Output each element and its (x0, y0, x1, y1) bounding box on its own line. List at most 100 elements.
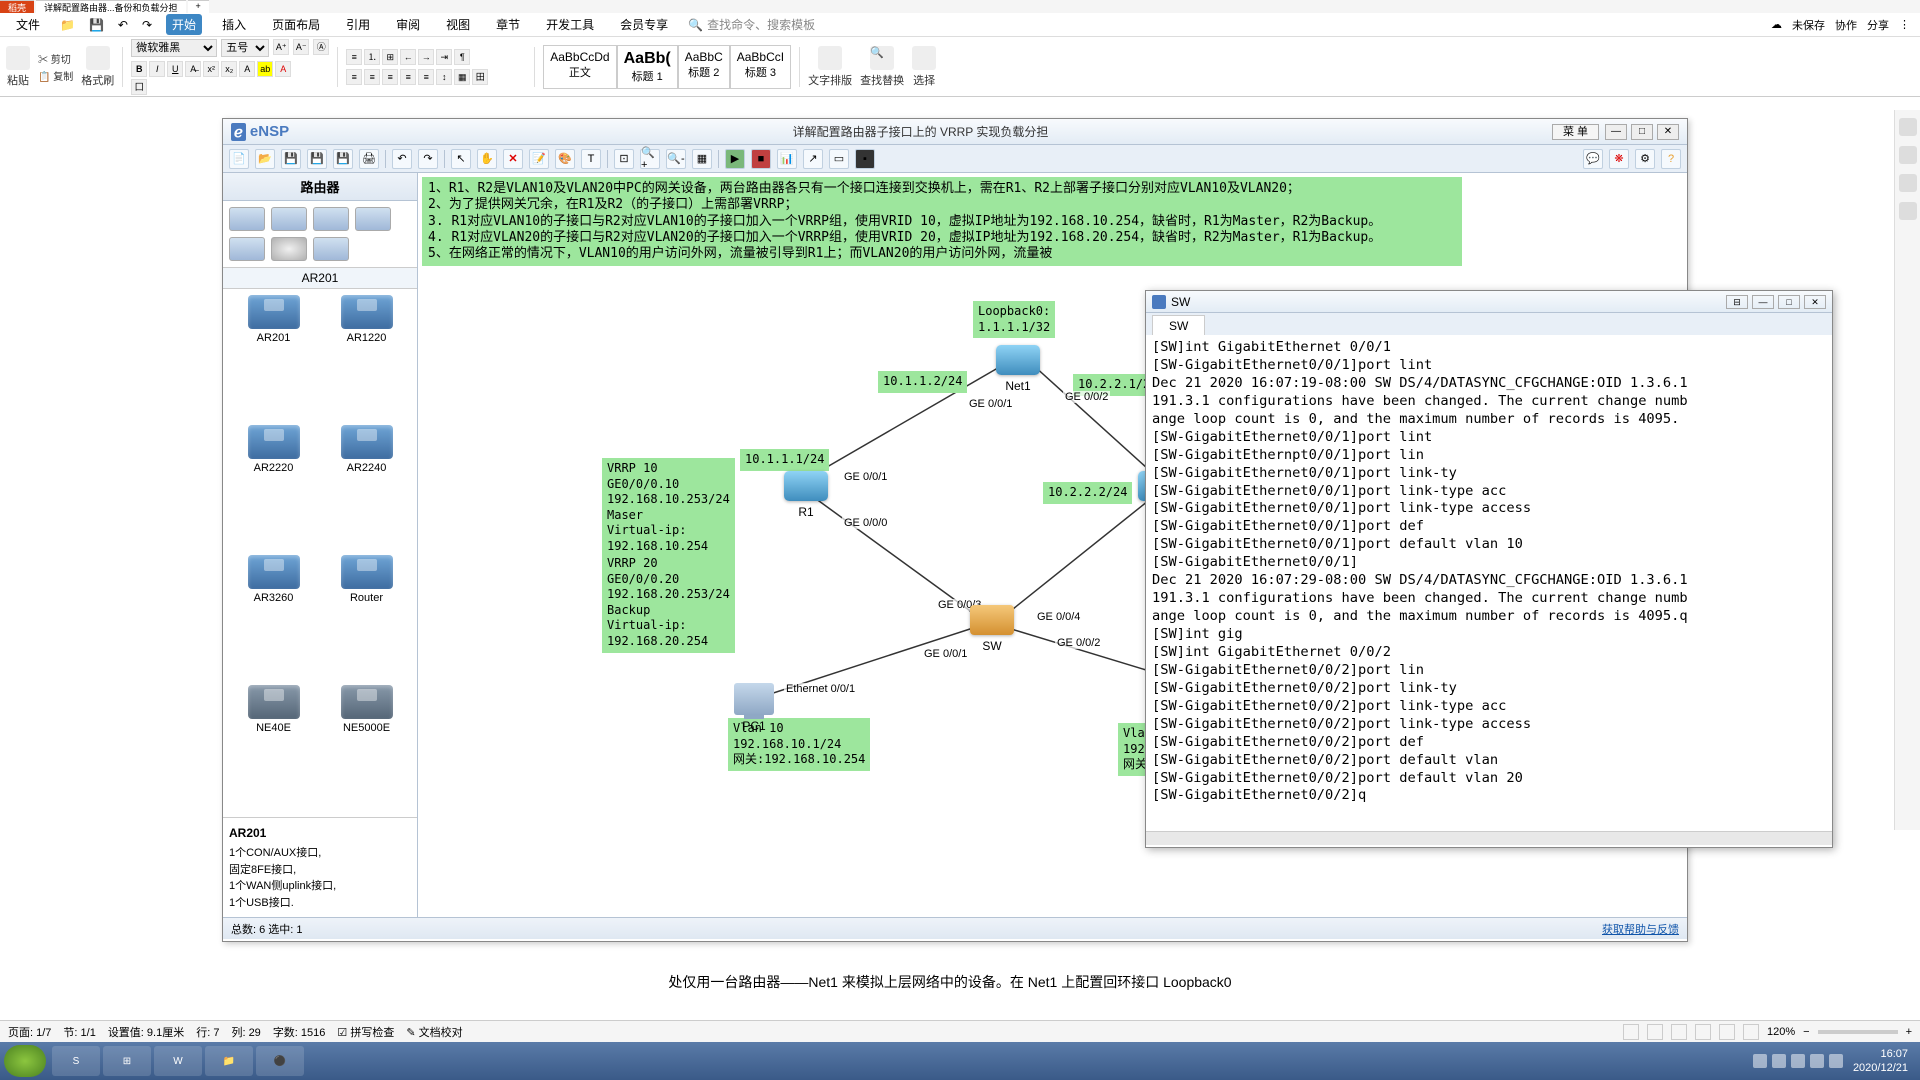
cat-firewall-icon[interactable] (355, 207, 391, 231)
device-item[interactable]: Router (322, 555, 411, 681)
text-layout[interactable]: 文字排版 (808, 46, 852, 88)
grid-icon[interactable]: ▦ (692, 149, 712, 169)
status-chars[interactable]: 字数: 1516 (273, 1024, 326, 1040)
menu-file[interactable]: 文件 (10, 14, 46, 35)
copy-btn[interactable]: 📋 复制 (38, 68, 73, 83)
cat-terminal-icon[interactable] (229, 237, 265, 261)
taskbar-item[interactable]: ⊞ (103, 1046, 151, 1076)
find-replace[interactable]: 🔍查找替换 (860, 46, 904, 88)
delete-icon[interactable]: ✕ (503, 149, 523, 169)
bullets[interactable]: ≡ (346, 49, 362, 65)
show-marks[interactable]: ¶ (454, 49, 470, 65)
device-item[interactable]: AR2240 (322, 425, 411, 551)
system-tray[interactable]: 16:07 2020/12/21 (1745, 1047, 1916, 1076)
more-icon[interactable]: ⋮ (1899, 18, 1910, 31)
collab-link[interactable]: 协作 (1835, 17, 1857, 33)
toolbar-icon[interactable]: 📁 (60, 18, 75, 32)
align-center[interactable]: ≡ (364, 69, 380, 85)
zoom-in[interactable]: + (1906, 1026, 1912, 1038)
clear-format[interactable]: Ⓐ (313, 39, 329, 55)
save-icon[interactable]: 💾 (281, 149, 301, 169)
view-mode-icon[interactable] (1743, 1024, 1759, 1040)
bold-btn[interactable]: B (131, 61, 147, 77)
start-button[interactable] (4, 1045, 46, 1077)
font-name-select[interactable]: 微软雅黑 (131, 39, 217, 57)
ensp-titlebar[interactable]: ℯeNSP 详解配置路由器子接口上的 VRRP 实现负载分担 菜 单 — □ ✕ (223, 119, 1687, 145)
minimize-button[interactable]: — (1752, 295, 1774, 309)
maximize-button[interactable]: □ (1778, 295, 1800, 309)
cat-wlan-icon[interactable] (313, 207, 349, 231)
tray-icon[interactable] (1772, 1054, 1786, 1068)
align-dist[interactable]: ≡ (418, 69, 434, 85)
zoom-out[interactable]: − (1803, 1026, 1809, 1038)
close-button[interactable]: ✕ (1804, 295, 1826, 309)
indent-inc[interactable]: → (418, 49, 434, 65)
multilevel[interactable]: ⊞ (382, 49, 398, 65)
horizontal-scrollbar[interactable] (1146, 831, 1832, 845)
menu-button[interactable]: 菜 单 (1552, 124, 1599, 140)
taskbar-item[interactable]: 📁 (205, 1046, 253, 1076)
toolbar-icon[interactable]: 💾 (89, 18, 104, 32)
taskbar-item[interactable]: S (52, 1046, 100, 1076)
menu-member[interactable]: 会员专享 (614, 14, 674, 35)
borders[interactable]: 田 (472, 69, 488, 85)
paste-group[interactable]: 粘贴 (6, 46, 30, 88)
style-gallery[interactable]: AaBbCcDd正文 AaBb(标题 1 AaBbC标题 2 AaBbCcI标题… (543, 45, 791, 89)
cat-switch-icon[interactable] (271, 207, 307, 231)
rt-icon[interactable] (1899, 202, 1917, 220)
terminal-output[interactable]: [SW]int GigabitEthernet 0/0/1 [SW-Gigabi… (1146, 335, 1832, 831)
zoom-out-icon[interactable]: 🔍- (666, 149, 686, 169)
wps-tab[interactable]: 稻壳 (0, 0, 34, 13)
cut-btn[interactable]: ✂ 剪切 (38, 51, 71, 66)
device-item[interactable]: AR201 (229, 295, 318, 421)
layout-icon[interactable]: ▭ (829, 149, 849, 169)
tray-icon[interactable] (1810, 1054, 1824, 1068)
rt-icon[interactable] (1899, 174, 1917, 192)
saveall-icon[interactable]: 💾 (333, 149, 353, 169)
underline-btn[interactable]: U (167, 61, 183, 77)
taskbar-item[interactable]: W (154, 1046, 202, 1076)
indent-dec[interactable]: ← (400, 49, 416, 65)
device-item[interactable]: NE5000E (322, 685, 411, 811)
message-icon[interactable]: 💬 (1583, 149, 1603, 169)
stop-icon[interactable]: ■ (751, 149, 771, 169)
new-topo-icon[interactable]: 📄 (229, 149, 249, 169)
tray-icon[interactable] (1753, 1054, 1767, 1068)
start-icon[interactable]: ▶ (725, 149, 745, 169)
help-icon[interactable]: ? (1661, 149, 1681, 169)
cat-link-icon[interactable] (313, 237, 349, 261)
settings-icon[interactable]: ⚙ (1635, 149, 1655, 169)
sw-titlebar[interactable]: SW ⊟ — □ ✕ (1146, 291, 1832, 313)
rt-icon[interactable] (1899, 118, 1917, 136)
rt-icon[interactable] (1899, 146, 1917, 164)
tray-icon[interactable] (1829, 1054, 1843, 1068)
clock-time[interactable]: 16:07 (1853, 1047, 1908, 1061)
device-item[interactable]: AR1220 (322, 295, 411, 421)
numbering[interactable]: ⒈ (364, 49, 380, 65)
view-mode-icon[interactable] (1695, 1024, 1711, 1040)
wps-tab[interactable]: 详解配置路由器...备份和负载分担 (36, 0, 186, 13)
menu-insert[interactable]: 插入 (216, 14, 252, 35)
search-box[interactable]: 🔍 查找命令、搜索模板 (688, 16, 815, 33)
menu-review[interactable]: 审阅 (390, 14, 426, 35)
note-icon[interactable]: 📝 (529, 149, 549, 169)
saveas-icon[interactable]: 💾 (307, 149, 327, 169)
italic-btn[interactable]: I (149, 61, 165, 77)
shading[interactable]: ▦ (454, 69, 470, 85)
zoom-in-icon[interactable]: 🔍+ (640, 149, 660, 169)
super-btn[interactable]: x² (203, 61, 219, 77)
menu-dev[interactable]: 开发工具 (540, 14, 600, 35)
proof-check[interactable]: ✎ 文档校对 (406, 1024, 462, 1040)
capture-icon[interactable]: 📊 (777, 149, 797, 169)
menu-chapter[interactable]: 章节 (490, 14, 526, 35)
menu-view[interactable]: 视图 (440, 14, 476, 35)
node-net1[interactable]: Net1 (996, 345, 1040, 393)
menu-layout[interactable]: 页面布局 (266, 14, 326, 35)
redo-icon[interactable]: ↷ (418, 149, 438, 169)
cloud-icon[interactable]: ☁ (1771, 18, 1782, 31)
cli-icon[interactable]: ▪ (855, 149, 875, 169)
zoom-slider[interactable] (1818, 1030, 1898, 1034)
view-eye-icon[interactable] (1623, 1024, 1639, 1040)
clock-date[interactable]: 2020/12/21 (1853, 1061, 1908, 1075)
terminal-tab[interactable]: SW (1152, 315, 1205, 335)
